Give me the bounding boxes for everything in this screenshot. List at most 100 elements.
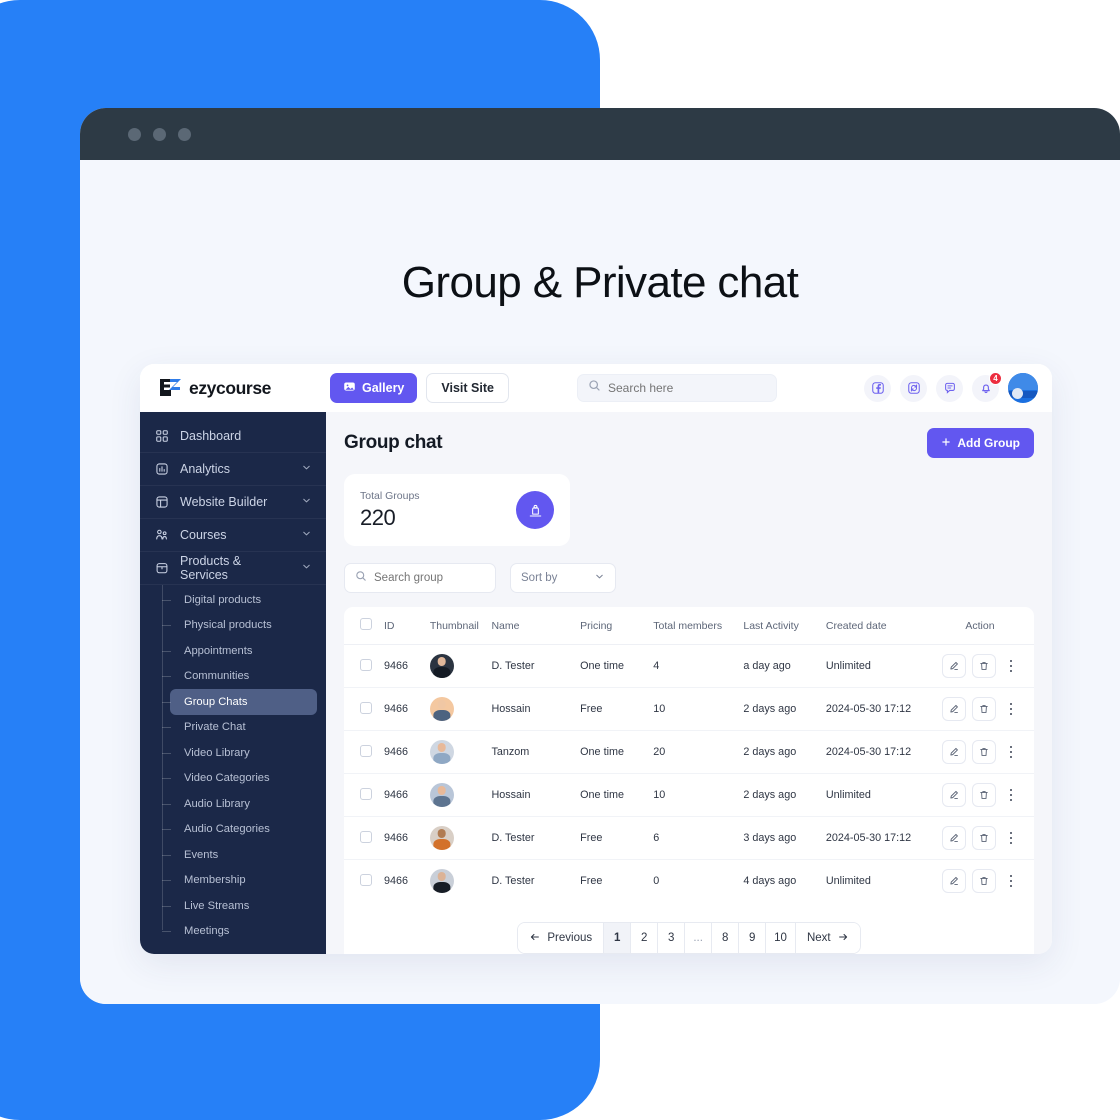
- hero-title: Group & Private chat: [401, 258, 799, 307]
- sidebar-subitem-private-chat[interactable]: Private Chat: [162, 715, 326, 741]
- search-input[interactable]: [607, 381, 766, 395]
- sidebar-subitem-events[interactable]: Events: [162, 842, 326, 868]
- table-row[interactable]: 9466 D. Tester Free 0 4 days ago Unlimited: [344, 860, 1034, 903]
- delete-icon[interactable]: [972, 826, 996, 850]
- pagination-page-2[interactable]: 2: [631, 923, 659, 953]
- sync-icon[interactable]: [900, 374, 927, 402]
- cell-name: Hossain: [485, 773, 575, 817]
- chat-icon[interactable]: [936, 374, 963, 402]
- group-badge-icon: [516, 491, 554, 529]
- window-dot-minimize[interactable]: [153, 127, 166, 141]
- column-header-id[interactable]: ID: [378, 607, 424, 645]
- more-icon[interactable]: [1002, 745, 1018, 759]
- column-header-action: Action: [935, 607, 1034, 645]
- edit-icon[interactable]: [942, 783, 966, 807]
- sidebar-subitem-physical-products[interactable]: Physical products: [162, 613, 326, 639]
- delete-icon[interactable]: [972, 654, 996, 678]
- row-checkbox[interactable]: [360, 658, 372, 671]
- pagination-previous[interactable]: Previous: [518, 923, 605, 953]
- group-search[interactable]: [344, 563, 496, 593]
- select-all-checkbox[interactable]: [360, 618, 372, 630]
- global-search[interactable]: [576, 374, 777, 402]
- sidebar-subitem-group-chats[interactable]: Group Chats: [162, 689, 317, 715]
- total-groups-stat-card: Total Groups 220: [344, 474, 570, 546]
- column-header-thumbnail[interactable]: Thumbnail: [423, 607, 486, 645]
- cell-last-activity: 4 days ago: [743, 875, 797, 887]
- facebook-icon[interactable]: [864, 374, 891, 402]
- cell-name: D. Tester: [491, 875, 535, 887]
- column-header-last-activity[interactable]: Last Activity: [737, 607, 820, 645]
- row-checkbox[interactable]: [360, 701, 372, 714]
- column-header-name[interactable]: Name: [485, 607, 575, 645]
- sidebar-item-website-builder[interactable]: Website Builder: [140, 486, 326, 519]
- edit-icon[interactable]: [942, 826, 966, 850]
- gallery-label: Gallery: [362, 381, 405, 395]
- row-checkbox[interactable]: [360, 830, 372, 843]
- column-header-created-date[interactable]: Created date: [819, 607, 936, 645]
- sidebar-subitem-video-categories[interactable]: Video Categories: [162, 766, 326, 792]
- cell-last-activity: 2 days ago: [737, 773, 820, 817]
- browser-window: Group & Private chat ezycourse Gallery V…: [80, 108, 1120, 1004]
- row-checkbox[interactable]: [360, 873, 372, 886]
- delete-icon[interactable]: [972, 869, 996, 893]
- more-icon[interactable]: [1002, 659, 1018, 673]
- group-search-input[interactable]: [374, 572, 485, 584]
- user-avatar[interactable]: [1008, 373, 1038, 403]
- edit-icon[interactable]: [942, 654, 966, 678]
- visit-site-button[interactable]: Visit Site: [426, 373, 509, 403]
- sidebar-item-dashboard[interactable]: Dashboard: [140, 420, 326, 453]
- sidebar-subitem-live-streams[interactable]: Live Streams: [162, 893, 326, 919]
- pagination-page-3[interactable]: 3: [658, 923, 686, 953]
- brand-logo[interactable]: ezycourse: [158, 377, 330, 399]
- delete-icon[interactable]: [972, 783, 996, 807]
- edit-icon[interactable]: [942, 740, 966, 764]
- edit-icon[interactable]: [942, 869, 966, 893]
- more-icon[interactable]: [1002, 874, 1018, 888]
- row-checkbox[interactable]: [360, 744, 372, 757]
- bell-icon[interactable]: 4: [972, 371, 1002, 402]
- add-group-button[interactable]: Add Group: [927, 428, 1034, 458]
- sort-by-select[interactable]: Sort by: [510, 563, 616, 593]
- sidebar-item-products-services[interactable]: Products & Services: [140, 552, 326, 585]
- cell-total-members: 10: [647, 773, 738, 817]
- pagination-next[interactable]: Next: [795, 923, 860, 953]
- pagination-page-1[interactable]: 1: [604, 923, 632, 953]
- pagination-page-9[interactable]: 9: [739, 923, 767, 953]
- sidebar-subitem-audio-library[interactable]: Audio Library: [162, 791, 326, 817]
- sidebar-subitem-appointments[interactable]: Appointments: [162, 638, 326, 664]
- box-icon: [154, 561, 169, 576]
- pagination-page-10[interactable]: 10: [766, 923, 796, 953]
- sidebar-item-courses[interactable]: Courses: [140, 519, 326, 552]
- pagination-page-8[interactable]: 8: [712, 923, 740, 953]
- more-icon[interactable]: [1002, 702, 1018, 716]
- content-header: Group chat Add Group: [344, 428, 1034, 458]
- window-dot-maximize[interactable]: [178, 127, 191, 141]
- column-header-total-members[interactable]: Total members: [647, 607, 738, 645]
- delete-icon[interactable]: [972, 697, 996, 721]
- sidebar-subitem-audio-categories[interactable]: Audio Categories: [162, 817, 326, 843]
- table-row[interactable]: 9466 D. Tester Free 6 3 days ago 2024-05-30 1…: [344, 816, 1034, 860]
- delete-icon[interactable]: [972, 740, 996, 764]
- sidebar-subitem-video-library[interactable]: Video Library: [162, 740, 326, 766]
- column-header-pricing[interactable]: Pricing: [574, 607, 648, 645]
- arrow-right-icon: [837, 931, 849, 946]
- row-checkbox[interactable]: [360, 787, 372, 800]
- sidebar-item-analytics[interactable]: Analytics: [140, 453, 326, 486]
- more-icon[interactable]: [1002, 788, 1018, 802]
- edit-icon[interactable]: [942, 697, 966, 721]
- gallery-button[interactable]: Gallery: [330, 373, 418, 403]
- sidebar-subitem-digital-products[interactable]: Digital products: [162, 587, 326, 613]
- select-all-header: [344, 607, 378, 645]
- table-row[interactable]: 9466 Hossain One time 10 2 days ago Unlimited: [344, 773, 1034, 817]
- row-select-cell: [344, 730, 378, 774]
- sidebar-subitem-meetings[interactable]: Meetings: [162, 919, 326, 945]
- table-row[interactable]: 9466 D. Tester One time 4 a day ago Unlimited: [344, 644, 1034, 688]
- cell-thumbnail: [423, 687, 486, 731]
- cell-created-date: Unlimited: [819, 644, 936, 688]
- sidebar-subitem-membership[interactable]: Membership: [162, 868, 326, 894]
- window-dot-close[interactable]: [128, 127, 141, 141]
- more-icon[interactable]: [1002, 831, 1018, 845]
- table-row[interactable]: 9466 Hossain Free 10 2 days ago 2024-05-30 17…: [344, 687, 1034, 731]
- sidebar-subitem-communities[interactable]: Communities: [162, 664, 326, 690]
- table-row[interactable]: 9466 Tanzom One time 20 2 days ago 2024-05-30…: [344, 730, 1034, 774]
